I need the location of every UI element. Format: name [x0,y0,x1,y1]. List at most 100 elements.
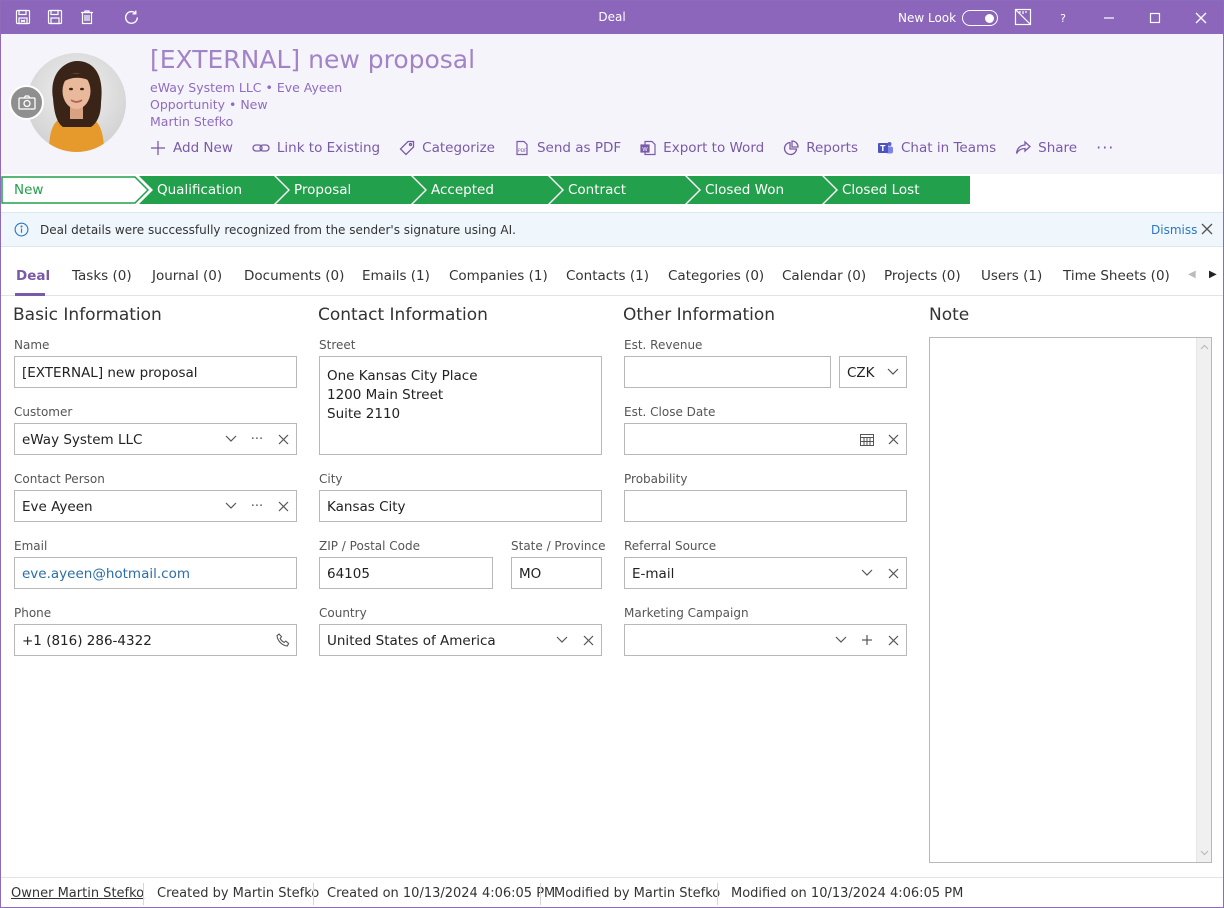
stage-new[interactable]: New [1,176,136,204]
stage-closed-won[interactable]: Closed Won [687,176,822,204]
other-info-title: Other Information [623,305,776,325]
tab-projects[interactable]: Projects (0) [884,268,961,284]
city-field[interactable]: Kansas City [319,490,602,522]
camera-icon[interactable] [9,85,44,120]
share-icon [1016,140,1032,154]
stage-accepted[interactable]: Accepted [413,176,548,204]
new-look-toggle[interactable] [962,10,998,26]
owner-link[interactable]: Owner Martin Stefko [11,886,144,901]
save-and-close-icon[interactable] [14,8,32,26]
dismiss-link[interactable]: Dismiss [1151,223,1197,237]
probability-field[interactable] [624,490,907,522]
close-date-field[interactable] [624,423,907,455]
chevron-down-icon[interactable] [834,633,848,647]
phone-field[interactable]: +1 (816) 286-4322 [14,624,297,656]
company-contact-line[interactable]: eWay System LLC • Eve Ayeen [150,80,342,95]
chevron-down-icon[interactable] [886,365,900,379]
export-word-button[interactable]: W Export to Word [640,140,764,156]
word-icon: W [640,140,656,155]
clear-icon[interactable] [886,566,900,580]
maximize-icon[interactable] [1145,8,1165,28]
clear-icon[interactable] [276,432,290,446]
note-scrollbar[interactable] [1196,338,1211,862]
plus-icon [151,140,165,155]
send-pdf-button[interactable]: PDF Send as PDF [514,140,621,156]
refresh-icon[interactable] [122,8,140,26]
tab-tasks[interactable]: Tasks (0) [72,268,132,284]
tab-documents[interactable]: Documents (0) [244,268,344,284]
email-field[interactable]: eve.ayeen@hotmail.com [14,557,297,589]
pie-chart-icon [784,139,799,155]
contact-person-field[interactable]: Eve Ayeen ··· [14,490,297,522]
more-icon[interactable]: ··· [250,432,264,447]
chevron-down-icon[interactable] [860,566,874,580]
currency-select[interactable]: CZK [839,356,907,388]
more-icon[interactable]: ··· [250,499,264,514]
calendar-icon[interactable] [860,432,874,446]
tag-icon [399,140,415,155]
active-tab-indicator [15,293,45,296]
chevron-down-icon[interactable] [224,499,238,513]
referral-label: Referral Source [624,539,717,553]
stage-contract[interactable]: Contract [550,176,685,204]
tab-users[interactable]: Users (1) [981,268,1042,284]
owner-line[interactable]: Martin Stefko [150,114,233,129]
svg-text:T: T [880,144,886,153]
modified-on: Modified on 10/13/2024 4:06:05 PM [731,886,964,901]
pdf-icon: PDF [516,140,528,155]
note-title: Note [929,305,970,325]
link-existing-button[interactable]: Link to Existing [252,140,380,156]
teams-icon: T [878,141,893,153]
referral-field[interactable]: E-mail [624,557,907,589]
country-field[interactable]: United States of America [319,624,602,656]
tab-deal[interactable]: Deal [16,268,50,284]
delete-icon[interactable] [78,8,96,26]
note-textarea[interactable] [929,337,1212,863]
tab-journal[interactable]: Journal (0) [152,268,222,284]
minimize-icon[interactable] [1099,8,1119,28]
stage-qualification[interactable]: Qualification [139,176,274,204]
tab-calendar[interactable]: Calendar (0) [782,268,866,284]
clear-icon[interactable] [581,633,595,647]
street-label: Street [319,338,356,352]
deal-title: [EXTERNAL] new proposal [150,45,476,74]
revenue-field[interactable] [624,356,831,388]
stage-closed-lost[interactable]: Closed Lost [824,176,970,204]
tab-scroll-right-icon[interactable]: ▶ [1209,269,1217,280]
more-actions-button[interactable]: ··· [1096,138,1114,157]
reports-button[interactable]: Reports [783,140,858,156]
info-bar: Deal details were successfully recognize… [1,212,1223,247]
info-close-icon[interactable] [1201,223,1213,239]
clear-icon[interactable] [886,633,900,647]
share-button[interactable]: Share [1015,140,1077,156]
campaign-field[interactable] [624,624,907,656]
clear-icon[interactable] [886,432,900,446]
chevron-down-icon[interactable] [555,633,569,647]
tab-time-sheets[interactable]: Time Sheets (0) [1063,268,1170,284]
ruler-icon[interactable] [1014,8,1032,26]
categorize-button[interactable]: Categorize [399,140,495,156]
street-field[interactable]: One Kansas City Place 1200 Main Street S… [319,356,602,455]
tab-scroll-left-icon[interactable]: ◀ [1188,269,1196,280]
tab-emails[interactable]: Emails (1) [362,268,430,284]
tab-categories[interactable]: Categories (0) [668,268,764,284]
plus-icon[interactable] [860,633,874,647]
chat-teams-button[interactable]: T Chat in Teams [877,140,996,156]
save-icon[interactable] [46,8,64,26]
customer-field[interactable]: eWay System LLC ··· [14,423,297,455]
help-button[interactable]: ? [1053,8,1073,28]
city-label: City [319,472,343,486]
name-field[interactable]: [EXTERNAL] new proposal [14,356,297,388]
link-icon [252,143,270,152]
close-icon[interactable] [1191,8,1211,28]
deal-window: Deal New Look ? [EXTERNAL] new proposal … [0,0,1224,908]
phone-icon[interactable] [276,633,290,647]
tab-companies[interactable]: Companies (1) [449,268,548,284]
state-field[interactable]: MO [511,557,602,589]
zip-field[interactable]: 64105 [319,557,493,589]
chevron-down-icon[interactable] [224,432,238,446]
add-new-button[interactable]: Add New [150,140,233,156]
stage-proposal[interactable]: Proposal [276,176,411,204]
clear-icon[interactable] [276,499,290,513]
tab-contacts[interactable]: Contacts (1) [566,268,649,284]
